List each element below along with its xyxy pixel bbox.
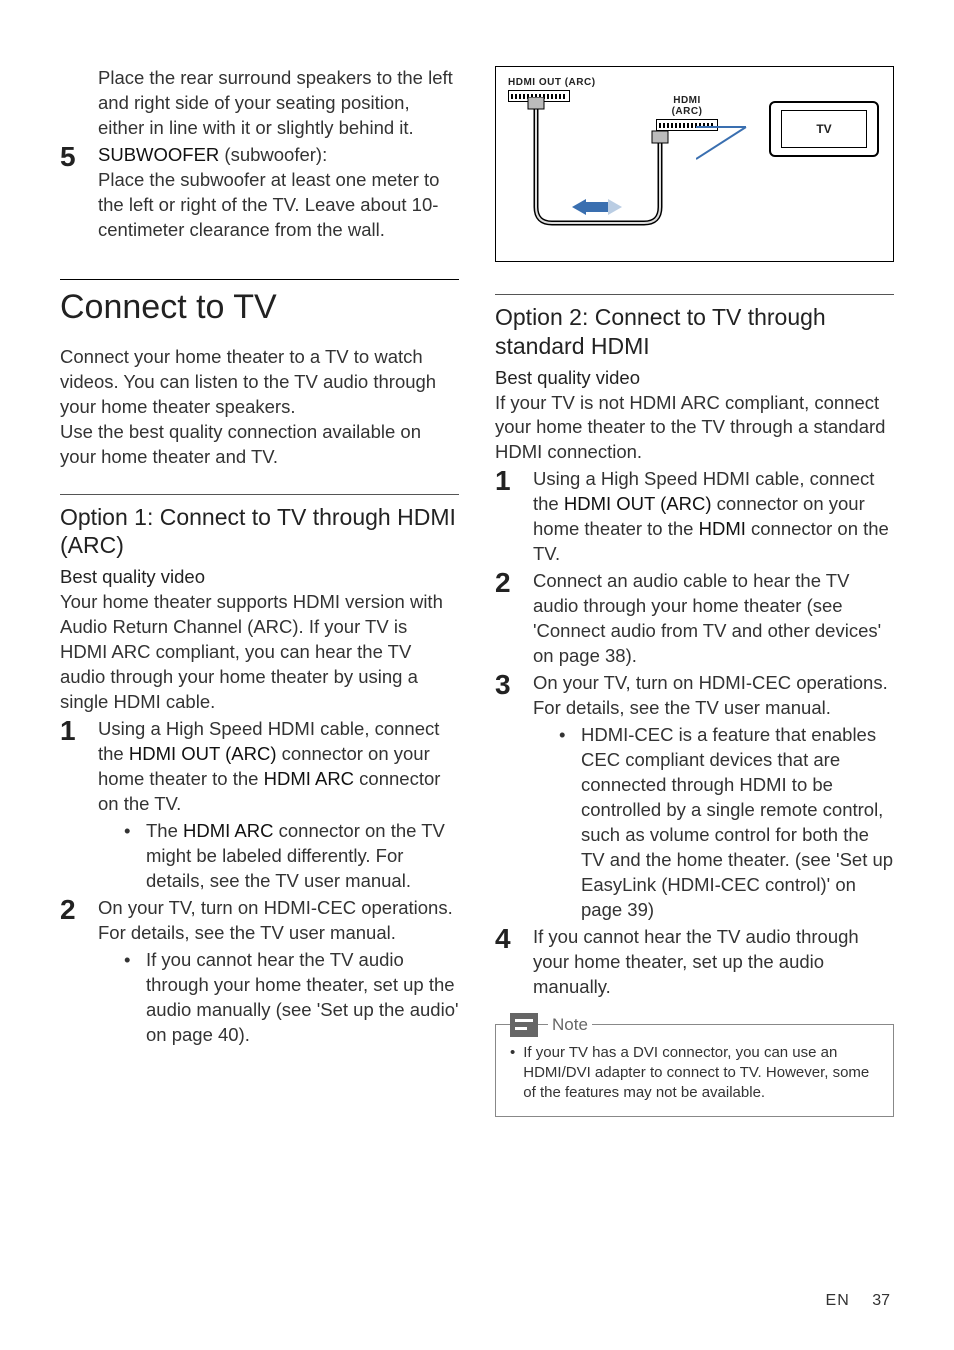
text: On your TV, turn on HDMI-CEC operations.… [98,897,453,943]
text-bold: HDMI ARC [183,820,273,841]
footer-page-number: 37 [872,1292,890,1309]
bullet: • HDMI-CEC is a feature that enables CEC… [533,723,894,923]
option-2-paragraph: If your TV is not HDMI ARC compliant, co… [495,391,894,466]
text-bold: HDMI OUT (ARC) [129,743,277,764]
option-2-step-2: 2 Connect an audio cable to hear the TV … [495,569,894,669]
diagram-label-hdmi-out: HDMI OUT (ARC) [508,77,881,88]
option-2-step-1: 1 Using a High Speed HDMI cable, connect… [495,467,894,567]
bullet-dot: • [124,819,136,894]
right-column: HDMI OUT (ARC) HDMI (ARC) TV [495,66,894,1117]
text: On your TV, turn on HDMI-CEC operations.… [533,672,888,718]
bullet-dot: • [559,723,571,923]
step-number: 3 [495,671,521,923]
step-body: SUBWOOFER (subwoofer): Place the subwoof… [98,143,459,243]
bullet-dot: • [510,1043,515,1104]
text-bold: HDMI [699,518,746,539]
subwoofer-body: Place the subwoofer at least one meter t… [98,169,439,240]
arrow-icon [572,199,622,215]
subheading-best-quality-1: Best quality video [60,566,459,588]
heading-connect-to-tv: Connect to TV [60,279,459,327]
heading-option-2: Option 2: Connect to TV through standard… [495,294,894,361]
text: The [146,820,183,841]
note-box: Note • If your TV has a DVI connector, y… [495,1024,894,1117]
step-body: Using a High Speed HDMI cable, connect t… [98,717,459,894]
text-bold: HDMI OUT (ARC) [564,493,712,514]
step-number: 5 [60,143,86,243]
note-bullet: • If your TV has a DVI connector, you ca… [510,1043,879,1104]
step-body: If you cannot hear the TV audio through … [533,925,894,1000]
step-body: Using a High Speed HDMI cable, connect t… [533,467,894,567]
intro-para-2: Use the best quality connection availabl… [60,420,459,470]
left-column: Place the rear surround speakers to the … [60,66,459,1117]
bullet-text: HDMI-CEC is a feature that enables CEC c… [581,723,894,923]
page-footer: EN 37 [826,1292,890,1310]
step-number: 1 [495,467,521,567]
text-bold: HDMI ARC [264,768,354,789]
intro-para-1: Connect your home theater to a TV to wat… [60,345,459,420]
option-2-step-4: 4 If you cannot hear the TV audio throug… [495,925,894,1000]
option-1-step-1: 1 Using a High Speed HDMI cable, connect… [60,717,459,894]
bullet: • The HDMI ARC connector on the TV might… [98,819,459,894]
step-number: 4 [495,925,521,1000]
tv-box-icon: TV [769,101,879,157]
speaker-placement-paragraph: Place the rear surround speakers to the … [60,66,459,141]
step-5: 5 SUBWOOFER (subwoofer): Place the subwo… [60,143,459,243]
bullet-text: The HDMI ARC connector on the TV might b… [146,819,459,894]
connection-diagram: HDMI OUT (ARC) HDMI (ARC) TV [495,66,894,262]
bullet: • If you cannot hear the TV audio throug… [98,948,459,1048]
option-2-step-3: 3 On your TV, turn on HDMI-CEC operation… [495,671,894,923]
bullet-dot: • [124,948,136,1048]
option-1-paragraph: Your home theater supports HDMI version … [60,590,459,715]
step-body: On your TV, turn on HDMI-CEC operations.… [533,671,894,923]
step-body: Connect an audio cable to hear the TV au… [533,569,894,669]
note-text: If your TV has a DVI connector, you can … [523,1043,879,1104]
bullet-text: If you cannot hear the TV audio through … [146,948,459,1048]
subwoofer-label: SUBWOOFER [98,144,219,165]
footer-language: EN [826,1292,850,1309]
callout-line-icon [696,119,766,169]
step-number: 2 [495,569,521,669]
subwoofer-paren: (subwoofer): [224,144,327,165]
page: Place the rear surround speakers to the … [0,0,954,1157]
step-number: 1 [60,717,86,894]
note-header: Note [510,1013,879,1037]
tv-label: TV [781,110,867,148]
option-1-step-2: 2 On your TV, turn on HDMI-CEC operation… [60,896,459,1048]
subheading-best-quality-2: Best quality video [495,367,894,389]
heading-option-1: Option 1: Connect to TV through HDMI (AR… [60,494,459,561]
step-number: 2 [60,896,86,1048]
step-body: On your TV, turn on HDMI-CEC operations.… [98,896,459,1048]
note-title: Note [548,1015,592,1035]
note-icon [510,1013,538,1037]
